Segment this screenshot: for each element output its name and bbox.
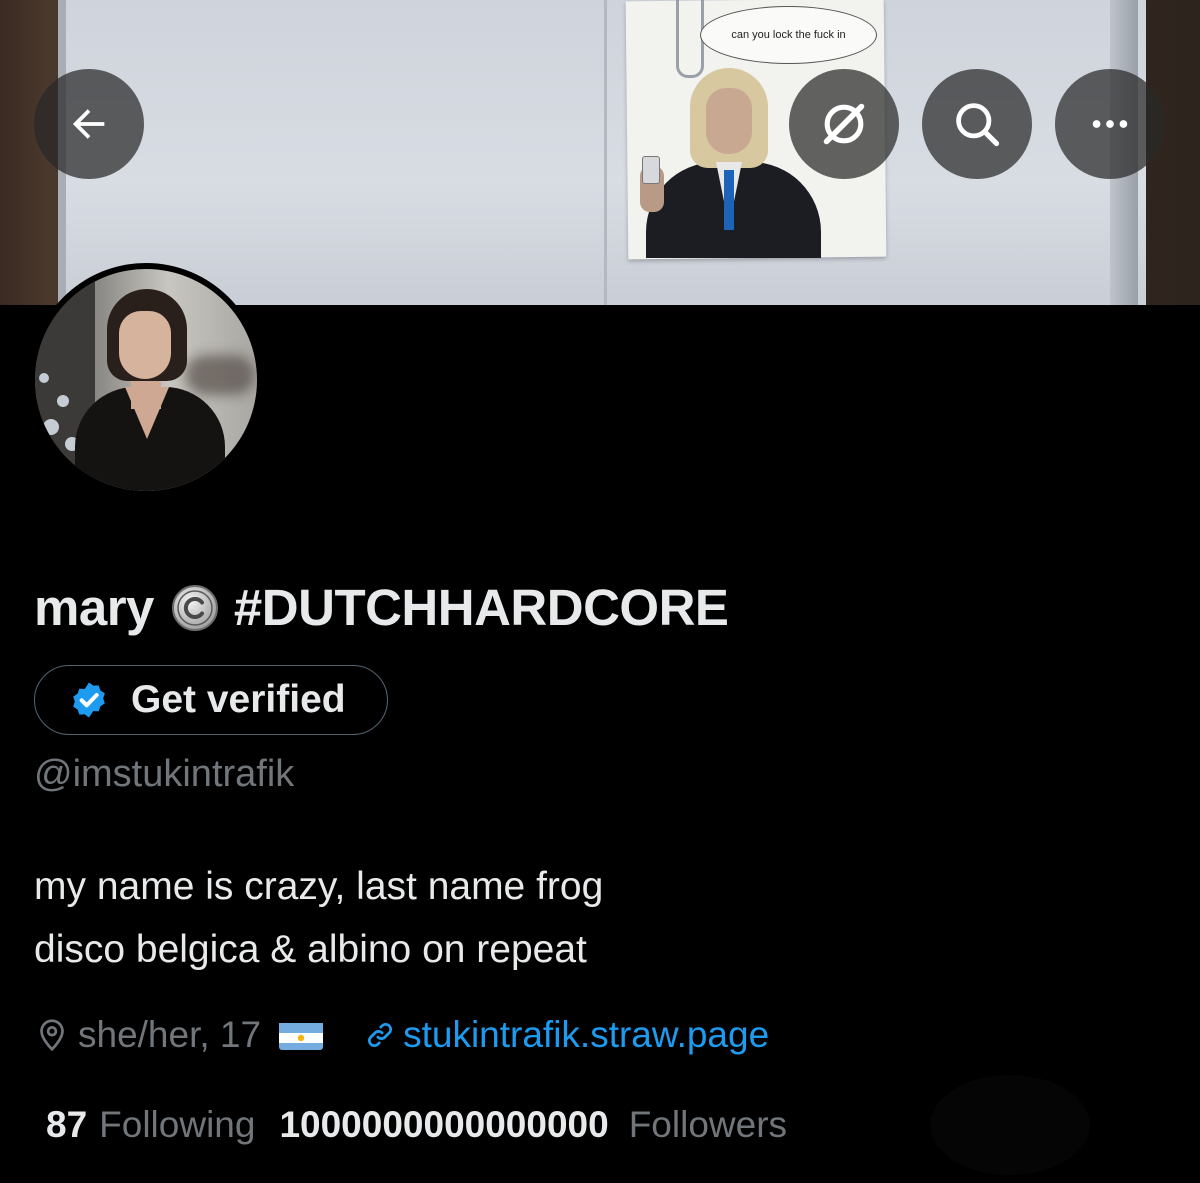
grok-button[interactable] — [789, 69, 899, 179]
get-verified-label: Get verified — [131, 678, 346, 721]
search-icon — [956, 103, 1000, 147]
get-verified-button[interactable]: Get verified — [34, 665, 388, 735]
location-pin-icon — [40, 1019, 64, 1052]
arrow-left-icon — [72, 109, 105, 139]
followers-count: 1000000000000000 — [279, 1104, 609, 1145]
copyright-icon — [170, 583, 220, 633]
display-name-text: mary — [34, 579, 154, 636]
verified-badge-icon — [73, 682, 105, 718]
avatar-photo — [35, 269, 257, 491]
following-count: 87 — [46, 1104, 88, 1145]
display-name: mary #DUTCHHARDCORE — [34, 578, 729, 637]
bio-line: disco belgica & albino on repeat — [34, 928, 587, 971]
link-icon — [368, 1023, 393, 1047]
profile-avatar[interactable] — [29, 263, 263, 497]
redaction-scribble — [930, 1075, 1090, 1175]
bio-line: my name is crazy, last name frog — [34, 865, 604, 908]
back-button[interactable] — [34, 69, 144, 179]
user-handle: @imstukintrafik — [34, 753, 295, 795]
search-button[interactable] — [922, 69, 1032, 179]
display-name-hashtag: #DUTCHHARDCORE — [233, 579, 729, 636]
followers-label: Followers — [628, 1104, 788, 1145]
following-label: Following — [99, 1104, 256, 1145]
speech-bubble: can you lock the fuck in — [700, 6, 877, 64]
website-text: stukintrafik.straw.page — [403, 1014, 770, 1055]
profile-meta: she/her, 17 stukintrafik.straw.page — [34, 1010, 769, 1060]
following-link[interactable]: 87 Following — [46, 1104, 255, 1146]
more-button[interactable] — [1055, 69, 1165, 179]
profile-bio: my name is crazy, last name frog disco b… — [34, 855, 603, 981]
followers-link[interactable]: 1000000000000000 Followers — [279, 1104, 787, 1146]
more-horizontal-icon — [1092, 120, 1128, 128]
grok-icon — [823, 103, 865, 145]
location-text: she/her, 17 — [78, 1014, 262, 1055]
banner-book-spine — [604, 0, 607, 305]
argentina-flag-icon — [279, 1020, 324, 1050]
website-link[interactable]: stukintrafik.straw.page — [363, 1014, 769, 1056]
follow-stats: 87 Following 1000000000000000 Followers — [46, 1100, 787, 1150]
location: she/her, 17 — [34, 1014, 324, 1056]
speech-bubble-text: can you lock the fuck in — [731, 29, 846, 41]
